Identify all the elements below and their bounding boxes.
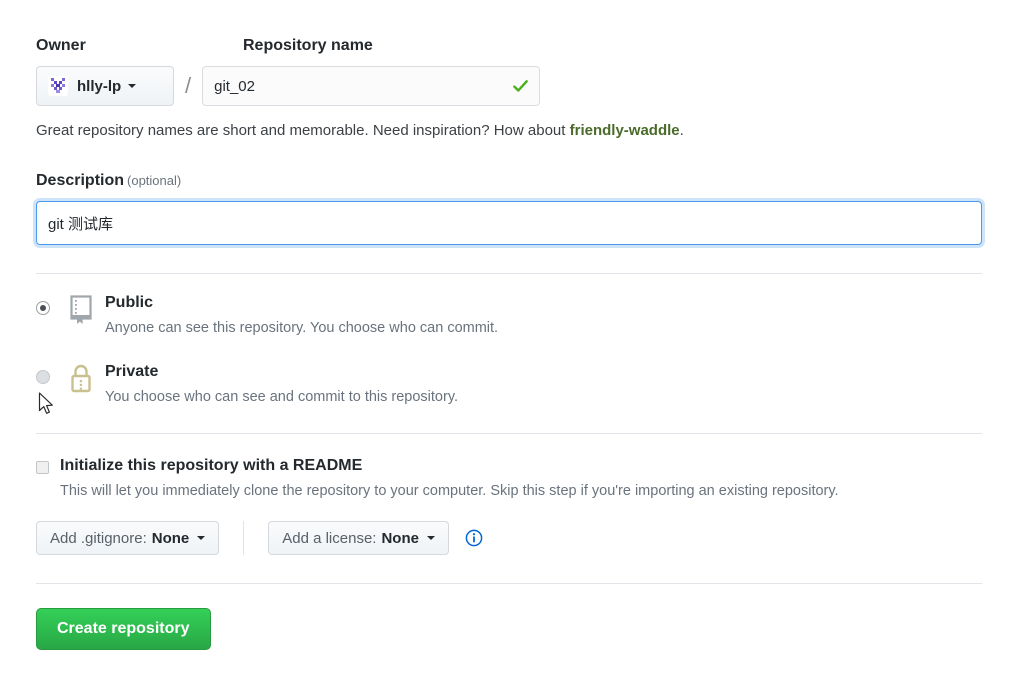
visibility-options: Public Anyone can see this repository. Y… (36, 294, 982, 406)
repository-name-field-wrap (202, 66, 541, 106)
repo-book-icon (70, 295, 92, 325)
info-circle-icon[interactable] (465, 529, 483, 547)
readme-checkbox[interactable] (36, 460, 49, 474)
license-value: None (381, 529, 419, 547)
repository-name-input[interactable] (202, 66, 541, 106)
chevron-down-icon (426, 536, 435, 541)
lock-icon (71, 365, 91, 393)
chevron-down-icon (128, 84, 137, 88)
suggested-name-link[interactable]: friendly-waddle (570, 122, 680, 139)
gitignore-dropdown-button[interactable]: Add .gitignore: None (36, 521, 220, 556)
divider-top (36, 273, 982, 275)
private-radio[interactable] (36, 370, 50, 385)
description-field-wrap (36, 201, 982, 246)
private-option-text: Private You choose who can see and commi… (105, 363, 458, 406)
divider-middle (36, 432, 982, 434)
repository-name-help: Great repository names are short and mem… (36, 121, 982, 141)
readme-text: Initialize this repository with a README… (60, 457, 839, 501)
path-separator: / (185, 73, 192, 98)
help-prefix: Great repository names are short and mem… (36, 122, 570, 139)
chevron-down-icon (197, 536, 206, 541)
visibility-option-private[interactable]: Private You choose who can see and commi… (36, 363, 982, 406)
template-dropdowns-row: Add .gitignore: None Add a license: None (36, 521, 982, 556)
readme-description: This will let you immediately clone the … (60, 483, 839, 500)
gitignore-value: None (151, 529, 190, 547)
public-radio[interactable] (36, 301, 50, 316)
form-content: Owner Repository name hlly-lp / git_02 G… (36, 0, 982, 651)
description-label-text: Description (36, 172, 125, 190)
gitignore-label: Add .gitignore: (50, 529, 147, 547)
identicon-avatar (48, 76, 68, 96)
visibility-option-public[interactable]: Public Anyone can see this repository. Y… (36, 294, 982, 337)
create-repository-form: Owner Repository name hlly-lp / git_02 G… (0, 0, 1018, 690)
field-labels-row: Owner Repository name (36, 0, 982, 54)
owner-repository-row: hlly-lp / (36, 66, 982, 106)
readme-option[interactable]: Initialize this repository with a README… (36, 457, 982, 501)
license-label: Add a license: (282, 529, 377, 547)
owner-name: hlly-lp (77, 77, 122, 95)
help-suffix: . (679, 122, 684, 139)
create-repository-button[interactable]: Create repository (36, 608, 211, 651)
license-dropdown-button[interactable]: Add a license: None (268, 521, 449, 556)
description-input[interactable] (36, 201, 982, 246)
readme-title: Initialize this repository with a README (60, 456, 363, 474)
private-title: Private (105, 363, 159, 381)
private-description: You choose who can see and commit to thi… (105, 388, 459, 405)
public-description: Anyone can see this repository. You choo… (105, 319, 499, 336)
description-label: Description (optional) (36, 172, 982, 190)
public-option-text: Public Anyone can see this repository. Y… (105, 294, 498, 337)
public-title: Public (105, 294, 154, 312)
owner-label: Owner (36, 37, 86, 54)
divider-bottom (36, 583, 982, 585)
dropdown-separator (243, 521, 245, 556)
repository-name-label: Repository name (243, 37, 373, 54)
owner-dropdown-button[interactable]: hlly-lp (36, 66, 174, 106)
description-optional-text: (optional) (127, 173, 182, 189)
